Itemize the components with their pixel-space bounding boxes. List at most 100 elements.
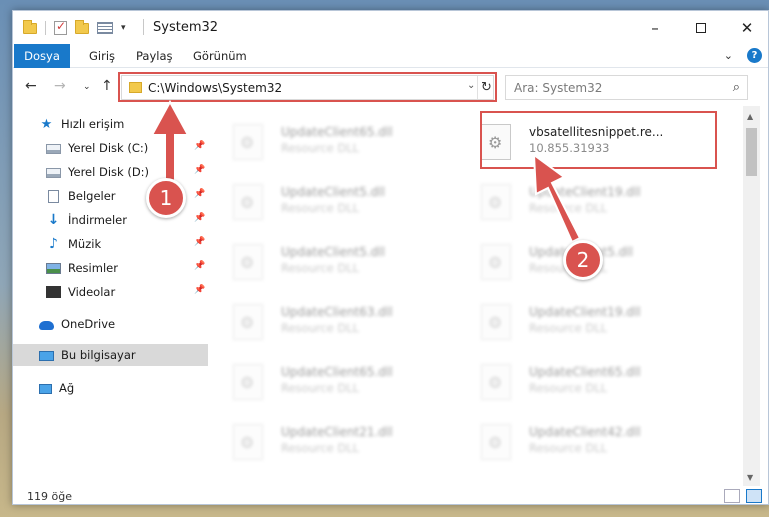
file-item[interactable]: UpdateClient65.dll Resource DLL bbox=[209, 114, 439, 164]
file-item[interactable]: UpdateClient21.dll Resource DLL bbox=[209, 414, 439, 464]
pin-icon[interactable]: 📌 bbox=[194, 285, 205, 295]
close-button[interactable]: ✕ bbox=[724, 11, 768, 44]
dll-file-icon bbox=[233, 424, 263, 460]
scroll-thumb[interactable] bbox=[746, 128, 757, 176]
file-name: UpdateClient65.dll bbox=[281, 125, 393, 139]
file-name: UpdateClient19.dll bbox=[529, 305, 641, 319]
file-item[interactable]: UpdateClient42.dll Resource DLL bbox=[457, 414, 687, 464]
file-description: Resource DLL bbox=[281, 441, 360, 455]
sidebar-item-label: Videolar bbox=[68, 285, 116, 299]
pin-icon[interactable]: 📌 bbox=[194, 189, 205, 199]
pin-icon[interactable]: 📌 bbox=[194, 165, 205, 175]
file-name: UpdateClient19.dll bbox=[529, 185, 641, 199]
details-view-icon[interactable] bbox=[724, 489, 740, 503]
scroll-down-icon[interactable]: ▼ bbox=[747, 473, 753, 482]
customize-toolbar-chevron-icon[interactable]: ▾ bbox=[121, 23, 126, 33]
sidebar-item-label: Ağ bbox=[59, 381, 75, 395]
large-icons-view-icon[interactable] bbox=[746, 489, 762, 503]
drive-icon bbox=[46, 168, 61, 178]
new-folder-icon[interactable] bbox=[75, 19, 89, 34]
tab-share[interactable]: Paylaş bbox=[124, 44, 185, 68]
file-name: UpdateClient5.dll bbox=[281, 245, 385, 259]
videos-icon bbox=[46, 286, 61, 298]
search-input[interactable]: Ara: System32 ⌕ bbox=[505, 75, 748, 100]
file-description: Resource DLL bbox=[529, 201, 608, 215]
up-button[interactable]: ↑ bbox=[101, 78, 113, 94]
sidebar-item-videos[interactable]: Videolar 📌 bbox=[13, 281, 208, 303]
dll-file-icon bbox=[233, 364, 263, 400]
file-item[interactable]: UpdateClient5.dll Resource DLL bbox=[209, 234, 439, 284]
properties-list-icon[interactable] bbox=[97, 22, 113, 34]
file-name: UpdateClient5.dll bbox=[281, 185, 385, 199]
file-description: Resource DLL bbox=[281, 381, 360, 395]
pin-icon[interactable]: 📌 bbox=[194, 261, 205, 271]
ribbon-collapse-chevron-icon[interactable]: ⌄ bbox=[724, 49, 733, 62]
file-item[interactable]: UpdateClient65.dll Resource DLL bbox=[457, 354, 687, 404]
dll-file-icon bbox=[233, 244, 263, 280]
ribbon-tabs: Dosya Giriş Paylaş Görünüm ⌄ ? bbox=[13, 44, 768, 68]
file-item[interactable]: UpdateClient63.dll Resource DLL bbox=[209, 294, 439, 344]
tab-home[interactable]: Giriş bbox=[77, 44, 127, 68]
minimize-button[interactable]: – bbox=[632, 11, 678, 44]
sidebar-item-quick-access[interactable]: ★ Hızlı erişim bbox=[13, 113, 208, 135]
documents-icon bbox=[48, 189, 59, 203]
pictures-icon bbox=[46, 263, 61, 274]
tab-file[interactable]: Dosya bbox=[14, 44, 70, 68]
search-icon[interactable]: ⌕ bbox=[733, 80, 740, 95]
file-name: UpdateClient65.dll bbox=[281, 365, 393, 379]
file-description: Resource DLL bbox=[529, 321, 608, 335]
file-item[interactable]: UpdateClient5.dll Resource DLL bbox=[209, 174, 439, 224]
file-name: UpdateClient42.dll bbox=[529, 425, 641, 439]
forward-button[interactable]: → bbox=[54, 78, 66, 94]
sidebar-item-music[interactable]: ♪ Müzik 📌 bbox=[13, 233, 208, 255]
properties-check-icon[interactable] bbox=[54, 19, 67, 35]
sidebar-item-this-pc[interactable]: Bu bilgisayar bbox=[13, 344, 208, 366]
back-button[interactable]: ← bbox=[25, 78, 37, 94]
window-title: System32 bbox=[153, 20, 219, 35]
sidebar-item-local-disk-c[interactable]: Yerel Disk (C:) 📌 bbox=[13, 137, 208, 159]
sidebar-item-label: Yerel Disk (D:) bbox=[68, 165, 150, 179]
step-marker-2: 2 bbox=[563, 240, 603, 280]
title-bar: ▾ System32 – ✕ bbox=[13, 11, 768, 44]
recent-locations-chevron-icon[interactable]: ⌄ bbox=[83, 82, 91, 92]
sidebar-item-label: Belgeler bbox=[68, 189, 116, 203]
sidebar-item-local-disk-d[interactable]: Yerel Disk (D:) 📌 bbox=[13, 161, 208, 183]
dll-file-icon bbox=[233, 184, 263, 220]
sidebar-item-label: Hızlı erişim bbox=[61, 117, 125, 131]
maximize-button[interactable] bbox=[678, 11, 724, 44]
file-name: UpdateClient65.dll bbox=[529, 365, 641, 379]
sidebar-item-label: Yerel Disk (C:) bbox=[68, 141, 149, 155]
search-placeholder: Ara: System32 bbox=[514, 81, 603, 95]
sidebar-item-pictures[interactable]: Resimler 📌 bbox=[13, 257, 208, 279]
pin-icon[interactable]: 📌 bbox=[194, 213, 205, 223]
pin-icon[interactable]: 📌 bbox=[194, 141, 205, 151]
sidebar-item-network[interactable]: Ağ bbox=[13, 377, 208, 399]
file-item[interactable]: UpdateClient19.dll Resource DLL bbox=[457, 294, 687, 344]
sidebar-item-label: İndirmeler bbox=[68, 213, 127, 227]
file-description: Resource DLL bbox=[281, 261, 360, 275]
dll-file-icon bbox=[481, 304, 511, 340]
file-description: Resource DLL bbox=[529, 441, 608, 455]
pin-icon[interactable]: 📌 bbox=[194, 237, 205, 247]
dll-file-icon bbox=[481, 364, 511, 400]
file-item[interactable]: UpdateClient65.dll Resource DLL bbox=[209, 354, 439, 404]
sidebar-item-label: Müzik bbox=[68, 237, 102, 251]
view-switcher bbox=[724, 489, 762, 503]
file-item[interactable]: UpdateClient19.dll Resource DLL bbox=[457, 174, 687, 224]
file-description: Resource DLL bbox=[281, 321, 360, 335]
folder-icon[interactable] bbox=[23, 19, 37, 34]
dll-file-icon bbox=[233, 124, 263, 160]
file-name: UpdateClient63.dll bbox=[281, 305, 393, 319]
star-icon: ★ bbox=[40, 116, 53, 132]
toolbar-separator bbox=[45, 21, 46, 35]
status-bar: 119 öğe bbox=[13, 486, 768, 504]
scroll-up-icon[interactable]: ▲ bbox=[747, 112, 753, 121]
vertical-scrollbar[interactable]: ▲ ▼ bbox=[743, 106, 760, 486]
maximize-icon bbox=[696, 22, 706, 33]
dll-file-icon bbox=[233, 304, 263, 340]
tab-view[interactable]: Görünüm bbox=[181, 44, 259, 68]
help-icon[interactable]: ? bbox=[747, 48, 762, 63]
address-highlight-frame bbox=[118, 72, 497, 102]
sidebar-item-onedrive[interactable]: OneDrive bbox=[13, 313, 208, 335]
music-icon: ♪ bbox=[49, 235, 58, 252]
